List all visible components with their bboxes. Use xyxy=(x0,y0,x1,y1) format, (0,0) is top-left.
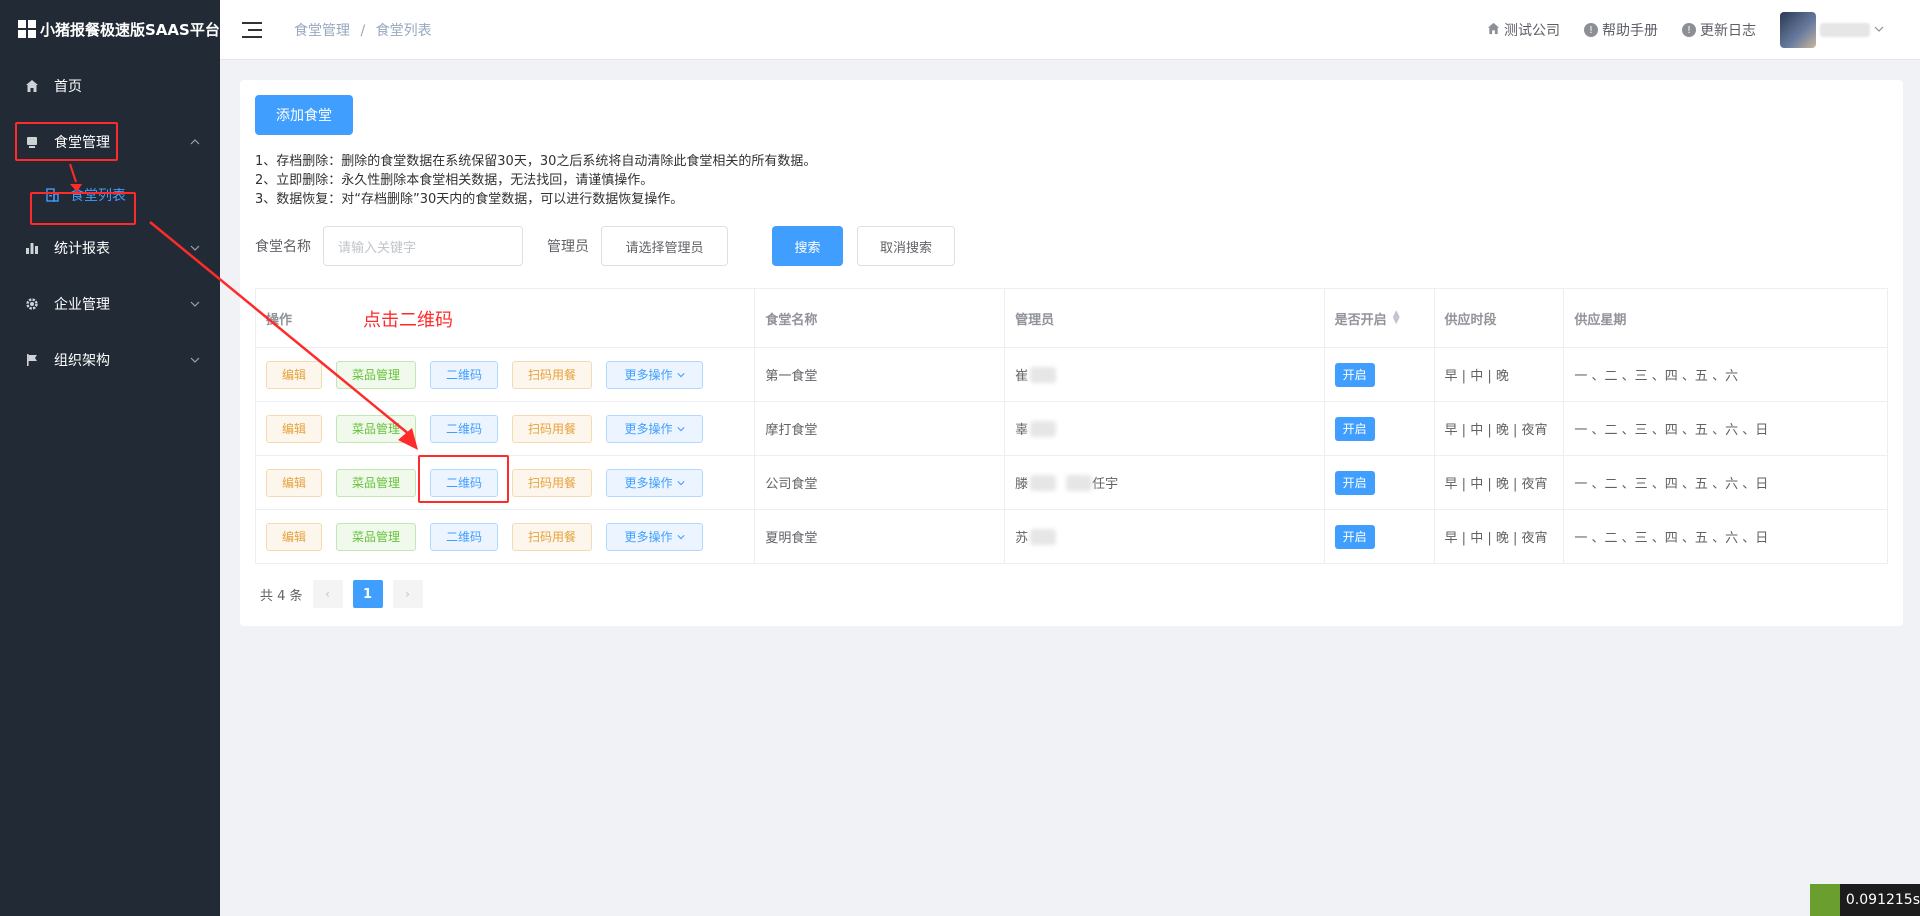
annotation-arrows xyxy=(69,163,418,450)
timing-badge: 0.091215s xyxy=(1810,884,1920,916)
badge-text: 0.091215s xyxy=(1845,892,1920,908)
badge-logo-icon xyxy=(1810,884,1840,916)
